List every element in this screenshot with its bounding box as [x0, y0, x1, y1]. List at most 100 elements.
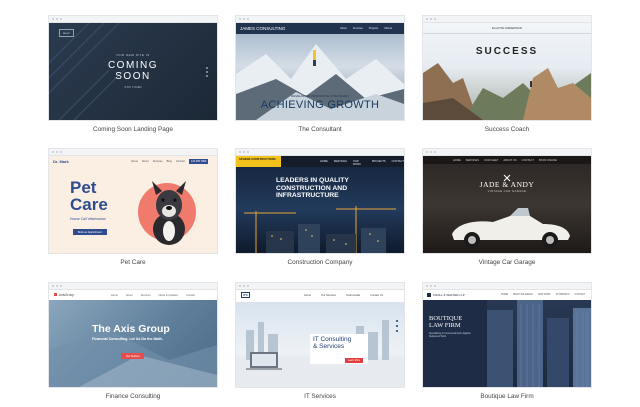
nav-item[interactable]: ATTORNEYS	[556, 294, 570, 296]
template-thumbnail: Heyz OUR NEW SITE IS COMING SOON STAY TU…	[49, 23, 217, 120]
browser-bar	[423, 16, 591, 23]
hero-sub: VINTAGE CAR GARAGE	[487, 189, 527, 193]
hero-title-line1: COMING	[107, 60, 159, 71]
nav-item[interactable]: OUR FLEET	[484, 159, 499, 162]
nav-item[interactable]: Home	[111, 294, 118, 297]
nav-item[interactable]: HOME	[453, 159, 461, 162]
hero-title-line1: Pet	[70, 178, 97, 197]
site-brand: Dr. Mark	[53, 159, 69, 164]
template-card-law-firm[interactable]: KNOLL & WALTER LLP HOME PRACTICE AREAS O…	[423, 283, 591, 400]
nav-item[interactable]: About	[340, 27, 347, 30]
template-card-construction[interactable]: SPHERE CONSTRUCTIONS HOME SERVICES OUR W…	[236, 149, 404, 266]
nav-item[interactable]: News & Updates	[159, 294, 178, 297]
hero-headline: LEADERS IN QUALITY CONSTRUCTION AND INFR…	[276, 177, 349, 200]
site-nav: Home About Services Blog Contact	[131, 160, 185, 163]
hero-title-line2: LAW FIRM	[429, 322, 461, 329]
nav-item[interactable]: Services	[153, 160, 163, 163]
browser-bar	[49, 16, 217, 23]
learn-more-button[interactable]: Learn More	[345, 358, 364, 363]
nav-item[interactable]: BOOK ONLINE	[539, 159, 557, 162]
nav-item[interactable]: Home	[131, 160, 138, 163]
hero-panel	[423, 300, 487, 387]
nav-item[interactable]: CONTACT	[575, 294, 586, 296]
template-card-it-services[interactable]: ITS Home Our Services Testimonials Conta…	[236, 283, 404, 400]
site-logo: ITS	[241, 292, 250, 298]
template-preview[interactable]: Heyz OUR NEW SITE IS COMING SOON STAY TU…	[49, 16, 217, 120]
template-thumbnail: ITS Home Our Services Testimonials Conta…	[236, 290, 404, 387]
nav-item[interactable]: Contact	[186, 294, 195, 297]
paperwork-image	[49, 330, 217, 387]
template-thumbnail: Dr. Mark Home About Services Blog Contac…	[49, 156, 217, 253]
book-button[interactable]: Book an Appointment	[73, 229, 107, 235]
nav-item[interactable]: OUR WORK	[353, 160, 366, 166]
nav-item[interactable]: Services	[141, 294, 151, 297]
template-preview[interactable]: HOME SERVICES OUR FLEET ABOUT US CONTACT…	[423, 149, 591, 253]
nav-item[interactable]: Services	[353, 27, 363, 30]
hero-title-line1: BOUTIQUE	[429, 315, 463, 322]
nav-item[interactable]: Home	[304, 294, 311, 297]
nav-item[interactable]: PRACTICE AREAS	[513, 294, 533, 296]
template-card-finance[interactable]: AxisGroup Home About Services News & Upd…	[49, 283, 217, 400]
template-caption: IT Services	[304, 393, 336, 400]
template-thumbnail: AxisGroup Home About Services News & Upd…	[49, 290, 217, 387]
template-thumbnail: HOME SERVICES OUR FLEET ABOUT US CONTACT…	[423, 156, 591, 253]
hero-title-line2: Care	[70, 195, 108, 214]
nav-item[interactable]: CONTACT	[392, 160, 404, 166]
nav-item[interactable]: ABOUT US	[503, 159, 516, 162]
browser-bar	[49, 283, 217, 290]
wrench-icon	[503, 169, 511, 182]
vintage-car-image	[452, 208, 570, 248]
template-card-success-coach[interactable]: ELLIOTE ANDERSON SUCCESS Success Coach	[423, 16, 591, 133]
nav-item[interactable]: Contact	[176, 160, 185, 163]
template-preview[interactable]: ITS Home Our Services Testimonials Conta…	[236, 283, 404, 387]
template-preview[interactable]: AxisGroup Home About Services News & Upd…	[49, 283, 217, 387]
nav-item[interactable]: Blog	[167, 160, 172, 163]
site-brand: SPHERE CONSTRUCTIONS	[239, 157, 276, 161]
nav-item[interactable]: Contact Us	[370, 294, 383, 297]
nav-item[interactable]: Clients	[384, 27, 392, 30]
nav-item[interactable]: Projects	[369, 27, 378, 30]
template-preview[interactable]: JAMES CONSULTING About Services Projects…	[236, 16, 404, 120]
template-preview[interactable]: ELLIOTE ANDERSON SUCCESS	[423, 16, 591, 120]
phone-button[interactable]: 123.456.7890	[189, 159, 209, 164]
nav-item[interactable]: SERVICES	[334, 160, 347, 166]
nav-item[interactable]: CONTACT	[522, 159, 534, 162]
nav-item[interactable]: OUR WORK	[538, 294, 551, 296]
nav-item[interactable]: About	[126, 294, 133, 297]
nav-item[interactable]: PROJECTS	[372, 160, 386, 166]
template-card-vintage-car[interactable]: HOME SERVICES OUR FLEET ABOUT US CONTACT…	[423, 149, 591, 266]
nav-item[interactable]: HOME	[501, 294, 508, 296]
template-preview[interactable]: SPHERE CONSTRUCTIONS HOME SERVICES OUR W…	[236, 149, 404, 253]
social-icons	[206, 67, 208, 81]
site-logo: Heyz	[59, 29, 74, 37]
template-card-coming-soon[interactable]: Heyz OUR NEW SITE IS COMING SOON STAY TU…	[49, 16, 217, 133]
site-brand: ELLIOTE ANDERSON	[491, 26, 522, 30]
nav-item[interactable]: About	[142, 160, 149, 163]
template-preview[interactable]: KNOLL & WALTER LLP HOME PRACTICE AREAS O…	[423, 283, 591, 387]
hero-sub: House Call Veterinarian	[70, 217, 106, 221]
template-caption: The Consultant	[298, 126, 342, 133]
template-preview[interactable]: Dr. Mark Home About Services Blog Contac…	[49, 149, 217, 253]
template-thumbnail: JAMES CONSULTING About Services Projects…	[236, 23, 404, 120]
nav-item[interactable]: Testimonials	[346, 294, 360, 297]
dog-image	[152, 181, 186, 245]
nav-item[interactable]: Our Services	[321, 294, 336, 297]
site-nav: HOME SERVICES OUR FLEET ABOUT US CONTACT…	[453, 159, 557, 162]
browser-bar	[49, 149, 217, 156]
site-brand: KNOLL & WALTER LLP	[433, 293, 465, 297]
nav-item[interactable]: SERVICES	[466, 159, 479, 162]
get-started-button[interactable]: Get Started	[121, 353, 145, 359]
template-thumbnail: KNOLL & WALTER LLP HOME PRACTICE AREAS O…	[423, 290, 591, 387]
hero-title-line2: SOON	[115, 71, 151, 82]
template-card-pet-care[interactable]: Dr. Mark Home About Services Blog Contac…	[49, 149, 217, 266]
hero-title-line2: & Services	[313, 343, 345, 350]
site-nav: About Services Projects Clients	[340, 27, 392, 30]
template-card-consultant[interactable]: JAMES CONSULTING About Services Projects…	[236, 16, 404, 133]
site-brand: JAMES CONSULTING	[240, 26, 286, 31]
nav-item[interactable]: HOME	[320, 160, 328, 166]
kicker-text: OUR NEW SITE IS	[116, 53, 150, 57]
divider	[423, 33, 591, 34]
site-nav: HOME SERVICES OUR WORK PROJECTS CONTACT	[320, 160, 404, 166]
site-nav: Home Our Services Testimonials Contact U…	[304, 294, 383, 297]
template-caption: Vintage Car Garage	[478, 259, 536, 266]
